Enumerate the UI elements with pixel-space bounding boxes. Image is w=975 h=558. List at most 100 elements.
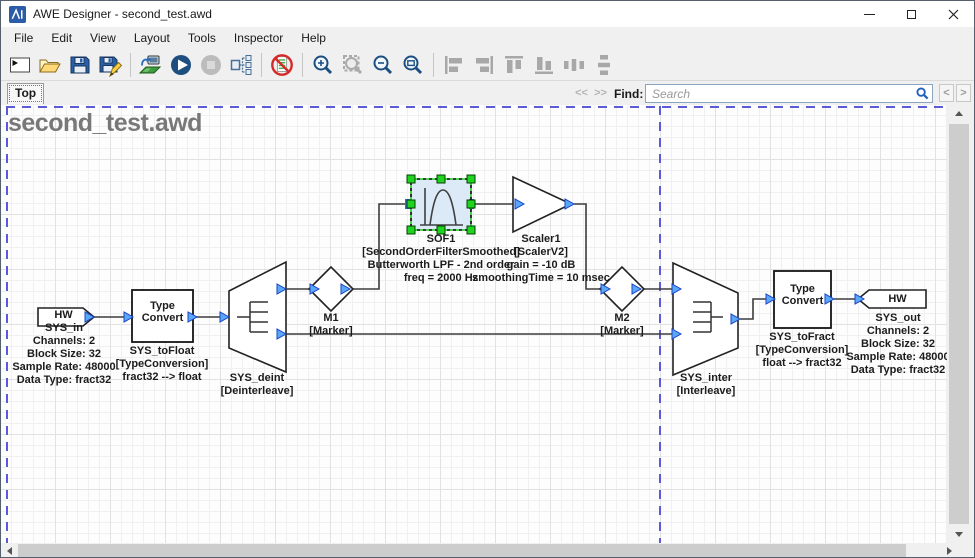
zoom-to-selection-button[interactable]: [339, 51, 367, 79]
menu-file[interactable]: File: [5, 28, 42, 48]
tab-top[interactable]: Top: [7, 83, 44, 104]
toolbar-separator: [302, 53, 303, 77]
distribute-vertical-button[interactable]: [590, 51, 618, 79]
scroll-up-button[interactable]: [949, 105, 969, 122]
scroll-down-icon: [955, 532, 963, 537]
menu-view[interactable]: View: [81, 28, 125, 48]
new-icon: [8, 53, 32, 77]
block-sys-deint[interactable]: [229, 262, 286, 372]
scroll-down-button[interactable]: [949, 526, 969, 543]
zoom-out-button[interactable]: [369, 51, 397, 79]
menu-help[interactable]: Help: [292, 28, 335, 48]
stop-icon: [199, 53, 223, 77]
horizontal-scroll-thumb[interactable]: [18, 544, 906, 558]
app-icon: [9, 6, 26, 23]
scroll-left-icon: [7, 547, 12, 555]
align-bottom-button[interactable]: [530, 51, 558, 79]
zoom-to-fit-button[interactable]: [399, 51, 427, 79]
search-icon[interactable]: [916, 87, 929, 100]
toolbar-separator: [261, 53, 262, 77]
align-left-icon: [442, 53, 466, 77]
save-as-button[interactable]: [96, 51, 124, 79]
block-caption-m1: M1[Marker]: [281, 312, 381, 338]
block-caption-sys-inter: SYS_inter[Interleave]: [656, 372, 756, 398]
scroll-up-icon: [955, 111, 963, 116]
input-pin[interactable]: [220, 312, 229, 322]
maximize-icon: [907, 10, 916, 19]
window-title: AWE Designer - second_test.awd: [33, 7, 212, 21]
block-sys-inter[interactable]: [673, 263, 738, 375]
block-caption-m2: M2[Marker]: [572, 312, 672, 338]
distribute-horizontal-button[interactable]: [560, 51, 588, 79]
menu-edit[interactable]: Edit: [42, 28, 81, 48]
save-icon: [68, 53, 92, 77]
zoom-to-fit-icon: [401, 53, 425, 77]
nav-bar: Top << >> Find: < >: [1, 81, 974, 105]
block-caption-scaler1: Scaler1[ScalerV2] gain = -10 dBsmoothing…: [451, 233, 631, 285]
zoom-out-icon: [371, 53, 395, 77]
align-top-icon: [502, 53, 526, 77]
scroll-right-button[interactable]: [941, 543, 958, 558]
zoom-in-icon: [311, 53, 335, 77]
connect-to-target-button[interactable]: [137, 51, 165, 79]
block-shape-label: HW: [869, 290, 926, 308]
align-top-button[interactable]: [500, 51, 528, 79]
block-shape-label: Type Convert: [132, 300, 193, 324]
toolbar-separator: [130, 53, 131, 77]
design-canvas[interactable]: second_test.awd: [1, 105, 947, 543]
menu-inspector[interactable]: Inspector: [225, 28, 292, 48]
menu-bar: File Edit View Layout Tools Inspector He…: [1, 27, 974, 49]
close-icon: [948, 9, 959, 20]
result-next-button[interactable]: >: [956, 84, 971, 102]
title-bar: AWE Designer - second_test.awd: [1, 1, 974, 27]
minimize-icon: [864, 14, 875, 15]
save-button[interactable]: [66, 51, 94, 79]
save-as-icon: [98, 53, 122, 77]
open-button[interactable]: [36, 51, 64, 79]
menu-layout[interactable]: Layout: [125, 28, 179, 48]
vertical-scrollbar[interactable]: [947, 105, 971, 543]
scroll-left-button[interactable]: [1, 543, 18, 558]
find-label: Find:: [614, 87, 643, 101]
block-caption-sys-deint: SYS_deint[Deinterleave]: [197, 372, 317, 398]
wire-inter-tofract: [740, 299, 768, 319]
search-input[interactable]: [645, 84, 933, 103]
distribute-vertical-icon: [592, 53, 616, 77]
run-button[interactable]: [167, 51, 195, 79]
toolbar-separator: [433, 53, 434, 77]
zoom-in-button[interactable]: [309, 51, 337, 79]
result-prev-button[interactable]: <: [939, 84, 954, 102]
align-right-icon: [472, 53, 496, 77]
propagate-changes-icon: [229, 53, 253, 77]
maximize-button[interactable]: [890, 1, 932, 27]
history-back-button[interactable]: <<: [573, 85, 590, 101]
scrollbar-corner: [959, 543, 975, 558]
block-shape-label: Type Convert: [774, 283, 831, 307]
propagate-changes-button[interactable]: [227, 51, 255, 79]
app-window: AWE Designer - second_test.awd File Edit…: [0, 0, 975, 558]
block-caption-sys-out: SYS_outChannels: 2 Block Size: 32Sample …: [838, 312, 947, 377]
vertical-scroll-thumb[interactable]: [949, 124, 969, 524]
zoom-to-selection-icon: [341, 53, 365, 77]
stop-button[interactable]: [197, 51, 225, 79]
menu-tools[interactable]: Tools: [179, 28, 225, 48]
diagram-layer: [1, 105, 947, 543]
toolbar: [1, 49, 974, 81]
close-button[interactable]: [932, 1, 974, 27]
output-pin[interactable]: [565, 199, 574, 209]
open-icon: [38, 53, 62, 77]
connect-to-target-icon: [139, 53, 163, 77]
align-bottom-icon: [532, 53, 556, 77]
run-icon: [169, 53, 193, 77]
new-button[interactable]: [6, 51, 34, 79]
profiling-disabled-button[interactable]: [268, 51, 296, 79]
align-right-button[interactable]: [470, 51, 498, 79]
history-forward-button[interactable]: >>: [592, 85, 609, 101]
horizontal-scrollbar[interactable]: [1, 543, 959, 558]
distribute-horizontal-icon: [562, 53, 586, 77]
minimize-button[interactable]: [848, 1, 890, 27]
block-sof1-selected[interactable]: [405, 175, 475, 234]
align-left-button[interactable]: [440, 51, 468, 79]
profiling-disabled-icon: [270, 53, 294, 77]
scroll-right-icon: [947, 547, 952, 555]
